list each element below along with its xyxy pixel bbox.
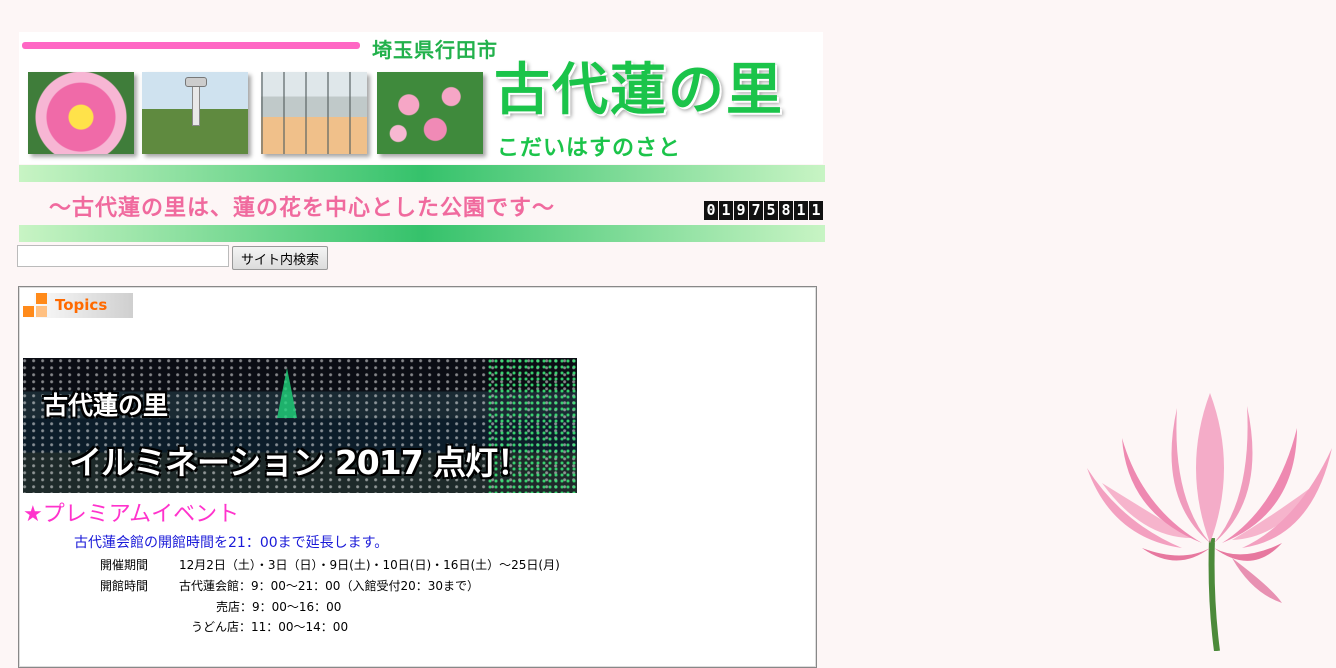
visitor-counter: 0 1 9 7 5 8 1 1 [704,201,824,220]
green-band-bottom [19,225,825,242]
hours-hall: 古代蓮会館：9：00～21：00（入館受付20：30まで） [179,579,479,593]
header-banner: 埼玉県行田市 古代蓮の里 こだいはすのさと ～古代蓮の里は、蓮の花を中心とした公… [19,32,825,242]
illumination-banner-line1: 古代蓮の里 [43,391,169,420]
orange-squares-icon [23,293,49,319]
premium-event-heading: ★プレミアムイベント [23,502,240,527]
banner-top: 埼玉県行田市 古代蓮の里 こだいはすのさと [19,32,823,164]
counter-digit: 1 [794,201,808,220]
topics-panel: Topics 古代蓮の里 イルミネーション 2017 点灯！ ★プレミアムイベン… [18,286,817,668]
observation-tower-photo [142,72,248,154]
green-band-top [19,165,825,182]
topics-label: Topics [55,296,108,314]
topics-tab: Topics [23,293,133,318]
hours-udon: うどん店：11：00～14：00 [191,620,349,634]
lotus-field-photo [377,72,483,154]
site-search-button[interactable]: サイト内検索 [232,246,329,270]
period-label: 開催期間 [100,558,149,572]
site-title: 古代蓮の里 [494,57,784,123]
illumination-banner-line2: イルミネーション 2017 点灯！ [69,443,530,482]
counter-digit: 5 [764,201,778,220]
observation-deck-photo [261,72,367,154]
hours-label: 開館時間 [100,579,149,593]
illumination-banner[interactable]: 古代蓮の里 イルミネーション 2017 点灯！ [23,358,577,493]
period-value: 12月2日（土）・3日（日）・9日(土)・10日(日)・16日(土）～25日(月… [179,558,560,572]
counter-digit: 7 [749,201,763,220]
lotus-flower-photo [28,72,134,154]
prefecture-label: 埼玉県行田市 [372,38,498,62]
extension-notice: 古代蓮会館の開館時間を21：00まで延長します。 [74,535,389,551]
site-subtitle: こだいはすのさと [497,136,682,161]
lotus-decoration-icon [1087,393,1332,651]
counter-digit: 1 [809,201,823,220]
decorative-pink-line [22,42,360,49]
counter-digit: 1 [719,201,733,220]
counter-digit: 8 [779,201,793,220]
tagline-row: ～古代蓮の里は、蓮の花を中心とした公園です～ 0 1 9 7 5 8 1 1 [19,182,825,225]
hours-shop: 売店：9：00～16：00 [216,600,342,614]
site-search-input[interactable] [17,245,229,267]
tagline: ～古代蓮の里は、蓮の花を中心とした公園です～ [49,195,556,221]
counter-digit: 0 [704,201,718,220]
counter-digit: 9 [734,201,748,220]
light-tree-icon [277,368,297,418]
